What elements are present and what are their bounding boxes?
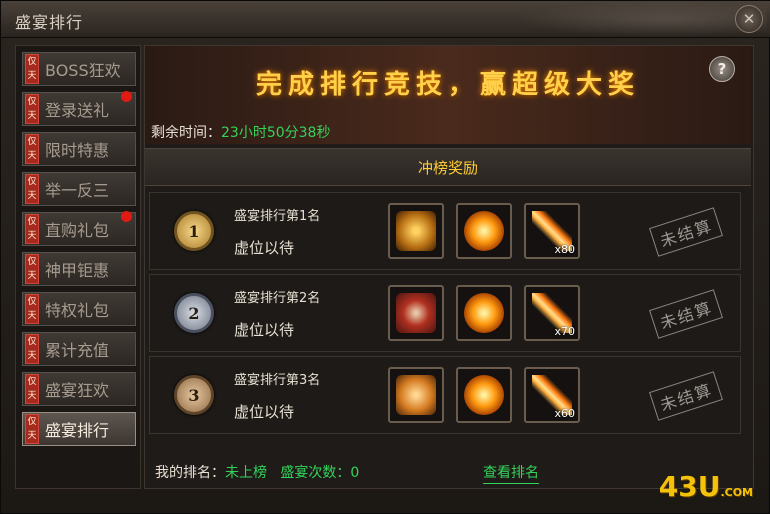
orange-chest-icon	[396, 375, 436, 415]
limited-tag: 仅天	[25, 134, 39, 164]
sidebar-item-direct-purchase[interactable]: 仅天 直购礼包	[22, 211, 136, 246]
gold-medal-icon: 1	[174, 211, 214, 251]
rank-title: 盛宴排行第3名	[234, 373, 321, 388]
rank-row-1: 1 盛宴排行第1名 虚位以待 x80 未结算	[149, 192, 741, 270]
sidebar: 仅天 BOSS狂欢 仅天 登录送礼 仅天 限时特惠 仅天 举一反三 仅天 直购礼…	[15, 45, 141, 489]
sidebar-item-armor-deal[interactable]: 仅天 神甲钜惠	[22, 252, 136, 286]
sidebar-item-label: 限时特惠	[45, 141, 110, 160]
title-bar: 盛宴排行 ✕	[1, 1, 770, 38]
banner-title: 完成排行竞技，赢超级大奖	[255, 70, 640, 100]
rank-holder: 虚位以待	[234, 239, 295, 257]
window-title: 盛宴排行	[15, 13, 84, 32]
view-ranking-link[interactable]: 查看排名	[483, 462, 539, 484]
sidebar-item-juyifansan[interactable]: 仅天 举一反三	[22, 172, 136, 206]
item-quantity: x80	[554, 243, 575, 256]
status-badge: 未结算	[649, 207, 723, 257]
help-button[interactable]: ?	[709, 56, 735, 82]
rank-row-3: 3 盛宴排行第3名 虚位以待 x60 未结算	[149, 356, 741, 434]
sidebar-item-cumulative-recharge[interactable]: 仅天 累计充值	[22, 332, 136, 366]
reward-item-blade[interactable]: x60	[524, 367, 580, 423]
bronze-medal-icon: 3	[174, 375, 214, 415]
my-rank-value: 未上榜	[225, 465, 267, 481]
limited-tag: 仅天	[25, 374, 39, 404]
limited-tag: 仅天	[25, 414, 39, 444]
sidebar-item-privilege-pack[interactable]: 仅天 特权礼包	[22, 292, 136, 326]
reward-item-blade[interactable]: x80	[524, 203, 580, 259]
limited-tag: 仅天	[25, 334, 39, 364]
notification-dot-icon	[121, 91, 132, 102]
site-watermark-logo: 43U.COM	[658, 470, 753, 503]
limited-tag: 仅天	[25, 254, 39, 284]
rank-row-2: 2 盛宴排行第2名 虚位以待 x70 未结算	[149, 274, 741, 352]
my-rank-info: 我的排名：未上榜 盛宴次数：0	[155, 462, 359, 482]
rank-holder: 虚位以待	[234, 321, 295, 339]
reward-item-chest[interactable]	[388, 203, 444, 259]
fire-orb-icon	[464, 211, 504, 251]
silver-medal-icon: 2	[174, 293, 214, 333]
notification-dot-icon	[121, 211, 132, 222]
item-quantity: x60	[554, 407, 575, 420]
rank-title: 盛宴排行第2名	[234, 291, 321, 306]
sidebar-item-feast-ranking[interactable]: 仅天 盛宴排行	[22, 412, 136, 446]
sidebar-item-login-gift[interactable]: 仅天 登录送礼	[22, 91, 136, 126]
sidebar-item-label: BOSS狂欢	[45, 61, 121, 80]
reward-item-orb[interactable]	[456, 367, 512, 423]
fire-orb-icon	[464, 293, 504, 333]
countdown-timer: 剩余时间：23小时50分38秒	[151, 122, 330, 142]
rank-holder: 虚位以待	[234, 403, 295, 421]
close-button[interactable]: ✕	[735, 5, 763, 33]
limited-tag: 仅天	[25, 214, 39, 244]
rewards-header: 冲榜奖励	[145, 148, 751, 186]
reward-item-blade[interactable]: x70	[524, 285, 580, 341]
sidebar-item-label: 盛宴排行	[45, 421, 110, 440]
limited-tag: 仅天	[25, 174, 39, 204]
sidebar-item-label: 累计充值	[45, 341, 110, 360]
close-icon: ✕	[742, 10, 756, 28]
limited-tag: 仅天	[25, 94, 39, 124]
feast-count-label: 盛宴次数：	[280, 465, 351, 481]
rank-title: 盛宴排行第1名	[234, 209, 321, 224]
help-icon: ?	[717, 60, 727, 78]
feast-count-value: 0	[350, 465, 360, 481]
reward-item-orb[interactable]	[456, 203, 512, 259]
sidebar-item-label: 登录送礼	[45, 101, 110, 120]
reward-item-orb[interactable]	[456, 285, 512, 341]
item-quantity: x70	[554, 325, 575, 338]
timer-label: 剩余时间：	[151, 125, 221, 141]
sidebar-item-label: 举一反三	[45, 181, 110, 200]
sidebar-item-feast-carnival[interactable]: 仅天 盛宴狂欢	[22, 372, 136, 406]
sidebar-item-boss[interactable]: 仅天 BOSS狂欢	[22, 52, 136, 86]
sidebar-item-label: 直购礼包	[45, 221, 110, 240]
gold-chest-icon	[396, 211, 436, 251]
sidebar-item-label: 神甲钜惠	[45, 261, 110, 280]
red-chest-icon	[396, 293, 436, 333]
my-rank-label: 我的排名：	[155, 465, 225, 481]
status-badge: 未结算	[649, 289, 723, 339]
sidebar-item-label: 特权礼包	[45, 301, 110, 320]
sidebar-item-label: 盛宴狂欢	[45, 381, 110, 400]
timer-value: 23小时50分38秒	[221, 125, 331, 141]
sidebar-item-limited-offer[interactable]: 仅天 限时特惠	[22, 132, 136, 166]
reward-item-chest[interactable]	[388, 367, 444, 423]
event-window: 盛宴排行 ✕ 仅天 BOSS狂欢 仅天 登录送礼 仅天 限时特惠 仅天 举一反三…	[0, 0, 770, 514]
event-banner: 完成排行竞技，赢超级大奖 ? 剩余时间：23小时50分38秒	[145, 46, 751, 144]
fire-orb-icon	[464, 375, 504, 415]
limited-tag: 仅天	[25, 54, 39, 84]
dragon-decoration	[517, 1, 767, 37]
limited-tag: 仅天	[25, 294, 39, 324]
reward-item-chest[interactable]	[388, 285, 444, 341]
main-panel: 完成排行竞技，赢超级大奖 ? 剩余时间：23小时50分38秒 冲榜奖励 1 盛宴…	[144, 45, 754, 489]
status-badge: 未结算	[649, 371, 723, 421]
